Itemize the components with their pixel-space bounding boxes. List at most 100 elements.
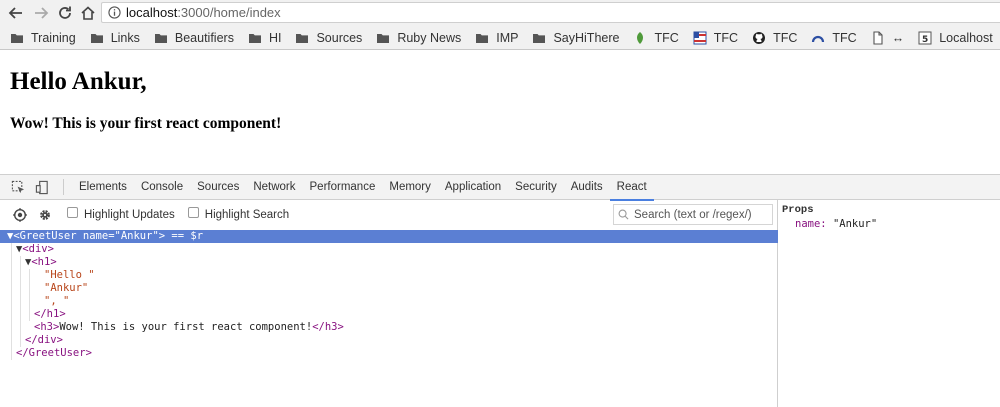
tab-network[interactable]: Network [246, 175, 302, 200]
target-icon [13, 208, 27, 222]
tree-node-greetuser[interactable]: ▼<GreetUser name="Ankur"> == $r [0, 230, 778, 243]
tree-node-div-close[interactable]: </div> [0, 334, 778, 347]
bookmark-item[interactable]: SayHiThere [532, 28, 619, 48]
forward-button[interactable] [31, 3, 51, 23]
device-icon [35, 180, 48, 194]
search-icon [618, 209, 629, 220]
react-components-panel: Highlight Updates Highlight Search Searc… [0, 200, 778, 407]
device-toolbar-button[interactable] [33, 178, 51, 196]
tree-text-node[interactable]: "Ankur" [0, 282, 778, 295]
bookmark-label: Beautifiers [174, 31, 234, 45]
tree-node-div[interactable]: ▼<div> [0, 243, 778, 256]
greeting-heading: Hello Ankur, [10, 68, 147, 95]
tab-sources[interactable]: Sources [190, 175, 246, 200]
props-panel: Props name: "Ankur" [779, 200, 1000, 407]
folder-icon [475, 31, 489, 45]
leaf-icon [633, 31, 647, 45]
component-search-input[interactable]: Search (text or /regex/) [613, 204, 773, 225]
component-tree: ▼<GreetUser name="Ankur"> == $r ▼<div> ▼… [0, 230, 778, 407]
bookmark-item[interactable]: ↔ [871, 28, 905, 48]
inspect-element-button[interactable] [9, 178, 27, 196]
highlight-search-label: Highlight Search [204, 209, 290, 221]
home-button[interactable] [78, 3, 98, 23]
bookmark-label: Training [31, 31, 76, 45]
bookmark-label: Links [110, 31, 140, 45]
tab-memory[interactable]: Memory [382, 175, 438, 200]
tab-console[interactable]: Console [134, 175, 190, 200]
bookmark-item[interactable]: Training [10, 28, 76, 48]
bookmark-item[interactable]: Ruby News [376, 28, 461, 48]
url-host: localhost [126, 5, 178, 20]
tree-text-node[interactable]: ", " [0, 295, 778, 308]
tab-performance[interactable]: Performance [303, 175, 383, 200]
browser-chrome: localhost:3000/home/index Training Links B… [0, 0, 1000, 50]
back-button[interactable] [6, 3, 26, 23]
folder-icon [154, 31, 168, 45]
folder-icon [10, 31, 24, 45]
flag-icon [693, 31, 707, 45]
page-icon [871, 31, 885, 45]
tab-audits[interactable]: Audits [564, 175, 610, 200]
tab-elements[interactable]: Elements [72, 175, 134, 200]
subtitle-heading: Wow! This is your first react component! [10, 115, 282, 132]
address-bar[interactable]: localhost:3000/home/index [101, 2, 1000, 23]
select-element-button[interactable] [12, 207, 28, 223]
bookmark-label: TFC [773, 31, 798, 45]
props-title: Props [782, 204, 814, 216]
bookmark-item[interactable]: 5 Localhost [918, 28, 993, 48]
highlight-search-checkbox[interactable] [187, 206, 199, 218]
arc-icon [811, 31, 825, 45]
settings-button[interactable] [37, 207, 53, 223]
toolbar-divider [63, 179, 64, 195]
search-placeholder: Search (text or /regex/) [634, 208, 752, 221]
inspect-cursor-icon [11, 180, 24, 193]
bookmark-item[interactable]: TFC [811, 28, 857, 48]
tree-node-h3[interactable]: <h3>Wow! This is your first react compon… [0, 321, 778, 334]
info-icon[interactable] [108, 6, 121, 19]
folder-icon [90, 31, 104, 45]
reload-button[interactable] [55, 3, 75, 23]
bookmark-label: TFC [713, 31, 739, 45]
tree-text-node[interactable]: "Hello " [0, 269, 778, 282]
bookmark-item[interactable]: IMP [475, 28, 518, 48]
folder-icon [376, 31, 390, 45]
bookmark-item[interactable]: Sources [295, 28, 362, 48]
devtools-panel: Elements Console Sources Network Performance… [0, 174, 1000, 407]
bookmark-item[interactable]: TFC [693, 28, 738, 48]
folder-icon [295, 31, 309, 45]
folder-icon [532, 31, 546, 45]
highlight-updates-checkbox[interactable] [67, 206, 78, 218]
bookmark-item[interactable]: Beautifiers [154, 28, 234, 48]
prop-row-name[interactable]: name: "Ankur" [795, 218, 877, 230]
tab-security[interactable]: Security [508, 175, 564, 200]
bookmark-item[interactable]: HI [248, 28, 281, 48]
bookmark-label: IMP [496, 31, 519, 45]
tab-react[interactable]: React [609, 175, 654, 201]
tree-node-greetuser-close[interactable]: </GreetUser> [0, 347, 778, 360]
tree-node-h1[interactable]: ▼<h1> [0, 256, 778, 269]
arrow-left-icon [8, 7, 22, 19]
tab-application[interactable]: Application [438, 175, 508, 200]
bookmark-label: SayHiThere [553, 31, 620, 45]
bookmark-label: Sources [316, 31, 363, 45]
browser-toolbar: localhost:3000/home/index [0, 0, 1000, 26]
devtools-tabs: Elements Console Sources Network Performance… [72, 175, 654, 201]
tree-node-h1-close[interactable]: </h1> [0, 308, 778, 321]
highlight-updates-toggle[interactable]: Highlight Updates [67, 206, 175, 221]
highlight-search-toggle[interactable]: Highlight Search [187, 206, 290, 221]
five-icon: 5 [918, 31, 932, 45]
bookmark-label: ↔ [891, 31, 905, 45]
bookmark-item[interactable]: TFC [752, 28, 797, 48]
home-icon [81, 6, 95, 20]
bookmark-item[interactable]: TFC [633, 28, 679, 48]
bookmark-label: Localhost [939, 31, 993, 45]
react-toolbar: Highlight Updates Highlight Search Searc… [0, 200, 778, 230]
arrow-right-icon [35, 7, 49, 19]
bookmark-label: TFC [832, 31, 857, 45]
reload-icon [59, 6, 71, 19]
prop-value[interactable]: "Ankur" [833, 218, 877, 230]
bookmark-item[interactable]: Links [90, 28, 140, 48]
bookmark-label: TFC [654, 31, 679, 45]
bookmarks-bar: Training Links Beautifiers HI Sources Ruby Ne… [0, 26, 1000, 50]
gear-icon [40, 210, 50, 220]
